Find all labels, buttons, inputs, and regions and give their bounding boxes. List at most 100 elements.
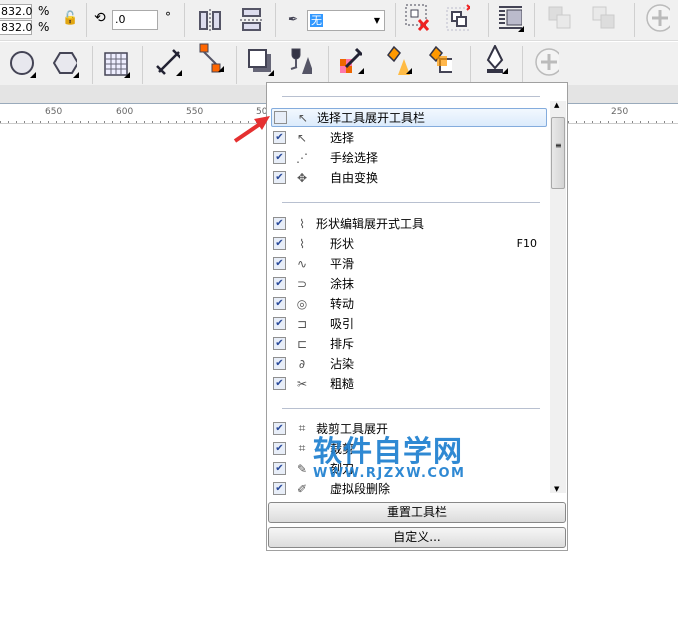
checkbox[interactable]: ✔ — [273, 377, 286, 390]
remove-envelope-icon[interactable] — [405, 4, 429, 32]
menu-item-label: 吸引 — [330, 317, 355, 331]
checkbox[interactable]: ✔ — [273, 217, 286, 230]
ellipse-tool-icon[interactable] — [10, 51, 36, 78]
property-bar: 832.0 832.0 % % 🔓 ⟲ .0 ° ✒ 无 ▼ — [0, 0, 678, 41]
scale-y-input[interactable]: 832.0 — [0, 20, 33, 35]
scroll-up-icon[interactable]: ▲ — [554, 101, 559, 109]
ruler-label: 600 — [116, 107, 134, 117]
rotation-input[interactable]: .0 — [112, 10, 158, 30]
checkbox[interactable]: ✔ — [273, 357, 286, 370]
checkbox[interactable]: ✔ — [273, 317, 286, 330]
menu-item[interactable]: ✔ ⋰ 手绘选择 — [271, 148, 547, 167]
send-to-back-icon[interactable] — [592, 6, 616, 30]
customize-button[interactable]: 自定义... — [268, 527, 566, 548]
smart-fill-icon[interactable] — [428, 45, 452, 73]
menu-item-label: 手绘选择 — [330, 151, 379, 165]
checkbox[interactable]: ✔ — [273, 277, 286, 290]
checkbox[interactable]: ✔ — [273, 257, 286, 270]
shape-icon: ⌇ — [299, 216, 305, 231]
menu-item-label: 选择工具展开工具栏 — [317, 111, 426, 125]
virtual-segment-delete-icon: ✐ — [296, 481, 308, 496]
watermark-logo: 软件自学网 WWW.RJZXW.COM — [313, 434, 466, 481]
transparency-tool-icon[interactable] — [288, 48, 312, 74]
menu-item[interactable]: ✔ ✂ 粗糙 — [271, 374, 547, 393]
smooth-icon: ∿ — [296, 256, 308, 271]
ungroup-icon[interactable] — [446, 4, 470, 31]
ruler-label: 550 — [186, 107, 204, 117]
shape-icon: ⌇ — [299, 236, 305, 251]
menu-item[interactable]: ✔ ∂ 沾染 — [271, 354, 547, 373]
scale-x-input[interactable]: 832.0 — [0, 4, 33, 19]
ruler-label: 250 — [611, 107, 629, 117]
degree-label: ° — [165, 10, 171, 24]
freehand-pick-icon: ⋰ — [296, 150, 308, 165]
chevron-down-icon: ▼ — [373, 16, 380, 25]
table-tool-icon[interactable] — [104, 52, 130, 78]
menu-item-label: 粗糙 — [330, 377, 355, 391]
mirror-horizontal-icon[interactable] — [198, 8, 222, 32]
wrap-text-icon[interactable] — [498, 6, 524, 32]
menu-item[interactable]: ✔ ✥ 自由变换 — [271, 168, 547, 187]
percent-label: % — [38, 4, 50, 18]
menu-item[interactable]: ✔ ⊐ 吸引 — [271, 314, 547, 333]
color-eyedropper-icon[interactable] — [338, 47, 364, 74]
checkbox[interactable] — [274, 111, 287, 124]
checkbox[interactable]: ✔ — [273, 131, 286, 144]
checkbox[interactable]: ✔ — [273, 171, 286, 184]
outline-pen-tool-icon[interactable] — [482, 45, 508, 74]
scroll-down-icon[interactable]: ▼ — [554, 485, 559, 493]
scroll-thumb[interactable]: ≡ — [551, 117, 565, 189]
menu-item-label: 选择 — [330, 131, 355, 145]
checkbox[interactable]: ✔ — [273, 337, 286, 350]
roughen-icon: ✂ — [296, 376, 308, 391]
menu-item[interactable]: ↖ 选择工具展开工具栏 — [271, 108, 547, 127]
twirl-icon: ◎ — [296, 296, 308, 311]
outline-pen-icon: ✒ — [288, 12, 299, 26]
checkbox[interactable]: ✔ — [273, 151, 286, 164]
add-button-icon[interactable] — [646, 4, 670, 32]
interactive-fill-icon[interactable] — [386, 45, 412, 75]
polygon-tool-icon[interactable] — [53, 52, 79, 78]
crop-icon: ⌗ — [298, 421, 306, 435]
dimension-tool-icon[interactable] — [156, 49, 182, 76]
repel-icon: ⊏ — [296, 336, 308, 351]
checkbox[interactable]: ✔ — [273, 237, 286, 250]
bring-to-front-icon[interactable] — [548, 6, 572, 30]
menu-item[interactable]: ✔ ↖ 选择 — [271, 128, 547, 147]
menu-item[interactable]: ✔ ⌇ 形状编辑展开式工具 — [271, 214, 547, 233]
crop-icon: ⌗ — [298, 441, 306, 455]
menu-item-label: 排斥 — [330, 337, 355, 351]
outline-width-select[interactable]: 无 ▼ — [307, 10, 385, 31]
menu-item-label: 沾染 — [330, 357, 355, 371]
menu-item-label: 形状 — [330, 237, 355, 251]
free-transform-icon: ✥ — [296, 170, 308, 185]
menu-item-label: 形状编辑展开式工具 — [316, 217, 425, 231]
pointer-icon: ↖ — [297, 110, 309, 125]
toolbox — [0, 42, 678, 85]
menu-item[interactable]: ✔ ◎ 转动 — [271, 294, 547, 313]
menu-scrollbar[interactable]: ▲ ≡ ▼ — [550, 101, 566, 493]
checkbox[interactable]: ✔ — [273, 462, 286, 475]
menu-item[interactable]: ✔ ⌇ 形状 F10 — [271, 234, 547, 253]
checkbox[interactable]: ✔ — [273, 422, 286, 435]
checkbox[interactable]: ✔ — [273, 297, 286, 310]
menu-item-label: 涂抹 — [330, 277, 355, 291]
lock-ratio-icon[interactable]: 🔓 — [62, 11, 78, 26]
menu-item[interactable]: ✔ ⊏ 排斥 — [271, 334, 547, 353]
checkbox[interactable]: ✔ — [273, 442, 286, 455]
reset-toolbar-button[interactable]: 重置工具栏 — [268, 502, 566, 523]
drop-shadow-tool-icon[interactable] — [248, 49, 274, 76]
menu-item-label: 转动 — [330, 297, 355, 311]
menu-item[interactable]: ✔ ✐ 虚拟段删除 — [271, 479, 547, 498]
add-tool-icon[interactable] — [535, 48, 559, 76]
menu-item[interactable]: ✔ ⊃ 涂抹 — [271, 274, 547, 293]
connector-tool-icon[interactable] — [198, 43, 224, 73]
smudge-icon: ∂ — [298, 356, 306, 371]
attract-icon: ⊐ — [296, 316, 308, 331]
pointer-icon: ↖ — [296, 130, 308, 145]
ruler-label: 650 — [45, 107, 63, 117]
mirror-vertical-icon[interactable] — [240, 8, 264, 32]
menu-item[interactable]: ✔ ∿ 平滑 — [271, 254, 547, 273]
percent-label: % — [38, 20, 50, 34]
checkbox[interactable]: ✔ — [273, 482, 286, 495]
